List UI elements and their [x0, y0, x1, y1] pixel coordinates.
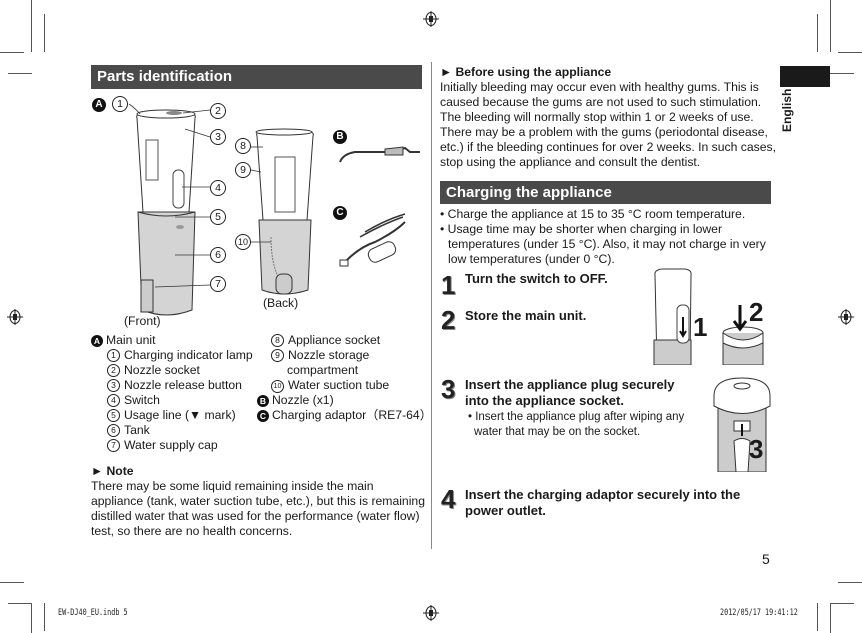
parts-list-item: 1 Charging indicator lamp: [91, 348, 253, 363]
main-unit-back-drawing: [255, 128, 314, 295]
before-use-body: Initially bleeding may occur even with h…: [440, 80, 777, 169]
parts-list-right: 8 Appliance socket 9 Nozzle storage compartm…: [257, 333, 432, 423]
language-label: English: [780, 88, 794, 132]
item-number-icon: 9: [271, 349, 284, 362]
registration-mark-icon: [423, 11, 439, 27]
step-3-number: 3: [441, 374, 456, 404]
crop-mark: [31, 0, 32, 52]
registration-mark-icon: [838, 309, 854, 325]
item-number-icon: 1: [107, 349, 120, 362]
parts-list-item: 4 Switch: [91, 393, 253, 408]
illustration-label-1: 1: [693, 312, 708, 342]
main-unit-label: A Main unit: [91, 333, 253, 348]
language-tab: [780, 66, 830, 87]
parts-list-item: 6 Tank: [91, 423, 253, 438]
step-4-title: Insert the charging adaptor securely int…: [465, 487, 741, 518]
crop-mark: [838, 582, 862, 583]
parts-list-item: 2 Nozzle socket: [91, 363, 253, 378]
step-3-title: Insert the appliance plug securely into …: [465, 377, 675, 408]
charging-adaptor-drawing: [339, 213, 406, 267]
nozzle-drawing: [339, 146, 420, 163]
callout-1: 1: [112, 96, 128, 112]
callout-6: 6: [210, 247, 226, 263]
illustration-label-2: 2: [749, 297, 764, 327]
crop-mark: [830, 0, 831, 52]
registration-mark-icon: [423, 605, 439, 621]
step-1-number: 1: [441, 270, 456, 300]
parts-list-item: 7 Water supply cap: [91, 438, 253, 453]
crop-mark: [8, 603, 32, 604]
item-number-icon: 4: [107, 394, 120, 407]
parts-list-item: 9 Nozzle storage: [271, 348, 432, 363]
group-b-badge: B: [333, 130, 347, 144]
crop-mark: [838, 52, 862, 53]
crop-mark: [0, 52, 24, 53]
item-number-icon: 7: [107, 439, 120, 452]
caption-back: (Back): [263, 296, 299, 310]
footer-filename: EW-DJ40_EU.indb 5: [58, 608, 128, 618]
registration-mark-icon: [7, 309, 23, 325]
step-3-note: • Insert the appliance plug after wiping…: [468, 411, 685, 438]
footer-datetime: 2012/05/17 19:41:12: [720, 608, 798, 618]
callout-8: 8: [235, 138, 251, 154]
group-a-badge: A: [92, 98, 106, 112]
crop-mark: [830, 603, 854, 604]
callout-5: 5: [210, 209, 226, 225]
step-2-number: 2: [441, 305, 456, 335]
parts-list-item: 8 Appliance socket: [271, 333, 432, 348]
crop-mark: [817, 14, 818, 52]
parts-list-item: 5 Usage line (▼ mark): [91, 408, 253, 423]
callout-3: 3: [210, 129, 226, 145]
column-divider: [431, 62, 432, 549]
parts-list-item: 3 Nozzle release button: [91, 378, 253, 393]
callout-4: 4: [210, 180, 226, 196]
item-number-icon: 2: [107, 364, 120, 377]
callout-7: 7: [210, 276, 226, 292]
item-number-icon: 3: [107, 379, 120, 392]
crop-mark: [44, 14, 45, 52]
caption-front: (Front): [124, 314, 161, 328]
crop-mark: [31, 603, 32, 633]
group-c-badge: C: [333, 206, 347, 220]
parts-list-left: A Main unit 1 Charging indicator lamp 2 Nozz…: [91, 333, 253, 453]
group-a-icon: A: [91, 335, 103, 347]
callout-2: 2: [210, 103, 226, 119]
before-use-heading: ► Before using the appliance: [440, 65, 612, 79]
step-2-title: Store the main unit.: [465, 308, 587, 323]
step-4-number: 4: [441, 484, 456, 514]
charging-heading: Charging the appliance: [440, 181, 771, 204]
crop-mark: [830, 603, 831, 633]
main-unit-front-drawing: [136, 109, 196, 316]
adaptor-item: C Charging adaptor（RE7-64）: [257, 408, 432, 423]
parts-heading: Parts identification: [91, 65, 422, 89]
parts-list-item-continued: compartment: [287, 363, 359, 377]
callout-10: 10: [235, 234, 251, 250]
callout-9: 9: [235, 162, 251, 178]
item-number-icon: 6: [107, 424, 120, 437]
crop-mark: [44, 603, 45, 631]
note-body: There may be some liquid remaining insid…: [91, 479, 425, 538]
item-number-icon: 5: [107, 409, 120, 422]
illustration-label-3: 3: [749, 434, 764, 464]
page-number: 5: [762, 551, 770, 567]
crop-mark: [830, 73, 854, 74]
crop-mark: [817, 603, 818, 631]
item-number-icon: 8: [271, 334, 284, 347]
crop-mark: [0, 582, 24, 583]
parts-illustration: [128, 103, 420, 316]
nozzle-item: B Nozzle (x1): [257, 393, 432, 408]
step-1-title: Turn the switch to OFF.: [465, 271, 608, 286]
note-heading: ► Note: [91, 464, 134, 478]
crop-mark: [8, 73, 32, 74]
charging-bullets: • Charge the appliance at 15 to 35 °C ro…: [440, 207, 766, 266]
item-number-icon: 10: [271, 380, 284, 393]
parts-list-item: 10 Water suction tube: [271, 378, 432, 393]
